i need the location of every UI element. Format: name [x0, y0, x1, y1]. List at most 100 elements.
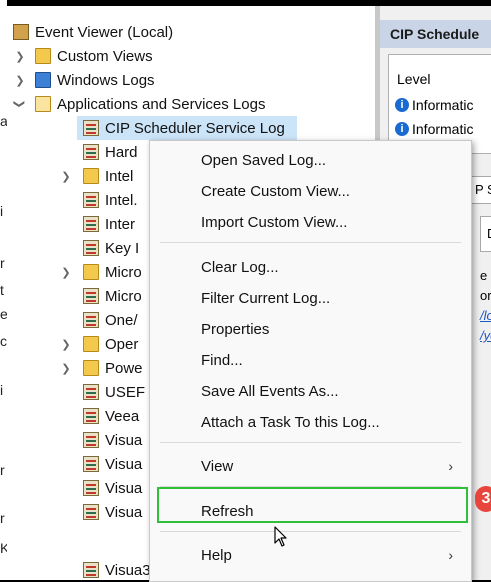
- tree-root-event-viewer[interactable]: Event Viewer (Local): [13, 20, 173, 44]
- edge-char: r: [0, 255, 5, 271]
- log-icon: [83, 504, 99, 520]
- folder-icon: [83, 336, 99, 352]
- chevron-right-icon[interactable]: ❯: [13, 68, 27, 92]
- tree-item-label: Micro: [105, 287, 142, 305]
- folder-open-icon: [35, 96, 51, 112]
- detail-tab[interactable]: D: [480, 216, 491, 252]
- detail-text: e st: [480, 268, 491, 283]
- pane-title: CIP Schedule: [380, 20, 491, 48]
- menu-item-create-custom-view[interactable]: Create Custom View...: [150, 176, 471, 206]
- edge-char: r: [0, 462, 5, 478]
- tree-item-label: Hard: [105, 143, 138, 161]
- information-icon: i: [395, 122, 409, 136]
- tree-item-label: Visua: [105, 455, 143, 473]
- tree-item-cip-scheduler[interactable]: CIP Scheduler Service Log: [77, 116, 297, 140]
- tree-item-log[interactable]: Visua: [83, 476, 142, 500]
- tree-item-label: Veea: [105, 407, 140, 425]
- log-icon: [83, 240, 99, 256]
- log-icon: [83, 456, 99, 472]
- chevron-right-icon[interactable]: ❯: [13, 44, 27, 68]
- detail-link[interactable]: /yc: [480, 328, 491, 343]
- tree-item-label: Visua: [105, 479, 143, 497]
- mouse-cursor-icon: [274, 526, 287, 547]
- tree-item-log[interactable]: Visua: [83, 452, 142, 476]
- tree-item-label: CIP Scheduler Service Log: [105, 119, 285, 137]
- log-icon: [83, 408, 99, 424]
- chevron-right-icon[interactable]: ❯: [59, 356, 73, 380]
- tree-item-log[interactable]: Inter: [83, 212, 135, 236]
- event-level: Informatic: [412, 121, 474, 137]
- folder-icon: [83, 264, 99, 280]
- events-grid: Level i Informatic i Informatic: [388, 54, 491, 154]
- tree-item-label: Intel.: [105, 191, 138, 209]
- log-icon: [83, 216, 99, 232]
- tree-item-label: Event Viewer (Local): [35, 23, 174, 41]
- tree-item-log[interactable]: Micro: [83, 284, 142, 308]
- tree-item-label: Key I: [105, 239, 140, 257]
- tree-item-applications-services-logs[interactable]: Applications and Services Logs: [35, 92, 265, 116]
- tree-item-windows-logs[interactable]: Windows Logs: [35, 68, 155, 92]
- log-icon: [83, 192, 99, 208]
- menu-item-import-custom-view[interactable]: Import Custom View...: [150, 207, 471, 237]
- event-row[interactable]: i Informatic: [395, 121, 473, 137]
- chevron-right-icon: ›: [448, 547, 453, 563]
- event-row[interactable]: i Informatic: [395, 97, 473, 113]
- tree-item-log[interactable]: Intel.: [83, 188, 138, 212]
- chevron-right-icon[interactable]: ❯: [59, 164, 73, 188]
- tree-item-folder[interactable]: Powe: [83, 356, 143, 380]
- menu-item-find[interactable]: Find...: [150, 345, 471, 375]
- chevron-right-icon[interactable]: ❯: [59, 260, 73, 284]
- information-icon: i: [395, 98, 409, 112]
- menu-item-clear-log[interactable]: Clear Log...: [150, 252, 471, 282]
- detail-link[interactable]: /lo: [480, 308, 491, 323]
- tree-item-folder[interactable]: Oper: [83, 332, 138, 356]
- tree-item-label: Applications and Services Logs: [57, 95, 266, 113]
- menu-separator: [160, 531, 461, 532]
- tree-item-label: Powe: [105, 359, 143, 377]
- step-badge: 3: [475, 486, 491, 512]
- menu-item-properties[interactable]: Properties: [150, 314, 471, 344]
- edge-char: i: [0, 382, 4, 398]
- tree-item-label: One/: [105, 311, 138, 329]
- menu-separator: [160, 442, 461, 443]
- tree-item-log[interactable]: Veea: [83, 404, 139, 428]
- tree-item-custom-views[interactable]: Custom Views: [35, 44, 153, 68]
- tree-item-log[interactable]: Hard: [83, 140, 138, 164]
- menu-item-view[interactable]: View ›: [150, 451, 471, 481]
- tree-item-log[interactable]: Key I: [83, 236, 139, 260]
- tree-item-label: Intel: [105, 167, 134, 185]
- chevron-right-icon[interactable]: ❯: [59, 332, 73, 356]
- edge-char: t: [0, 282, 4, 298]
- log-icon: [83, 144, 99, 160]
- tree-item-log[interactable]: USEF: [83, 380, 145, 404]
- log-icon: [83, 120, 99, 136]
- tree-item-log[interactable]: Visua: [83, 428, 142, 452]
- menu-item-help[interactable]: Help ›: [150, 540, 471, 570]
- tree-item-label: Visua: [105, 431, 143, 449]
- tree-item-label: USEF: [105, 383, 146, 401]
- tree-item-label: Visua: [105, 503, 143, 521]
- tree-item-log[interactable]: One/: [83, 308, 138, 332]
- level-column-header[interactable]: Level: [397, 71, 430, 87]
- edge-char: c: [0, 333, 7, 349]
- edge-char: i: [0, 203, 4, 219]
- folder-filter-icon: [35, 48, 51, 64]
- tree-item-label: Windows Logs: [57, 71, 155, 89]
- tree-item-label: Micro: [105, 263, 142, 281]
- menu-item-filter-current-log[interactable]: Filter Current Log...: [150, 283, 471, 313]
- log-icon: [83, 312, 99, 328]
- tree-item-folder[interactable]: Intel: [83, 164, 133, 188]
- folder-icon: [83, 360, 99, 376]
- tree-item-folder[interactable]: Micro: [83, 260, 142, 284]
- event-viewer-icon: [13, 24, 29, 40]
- menu-item-save-all-events-as[interactable]: Save All Events As...: [150, 376, 471, 406]
- tree-item-label: Custom Views: [57, 47, 153, 65]
- log-icon: [83, 432, 99, 448]
- menu-item-open-saved-log[interactable]: Open Saved Log...: [150, 145, 471, 175]
- menu-item-attach-task[interactable]: Attach a Task To this Log...: [150, 407, 471, 437]
- chevron-down-icon[interactable]: ❯: [8, 97, 32, 111]
- left-edge-strip: a i r t e c i r r K: [0, 0, 9, 580]
- tree-item-label: Inter: [105, 215, 136, 233]
- tree-item-log[interactable]: Visua: [83, 500, 142, 524]
- log-icon: [83, 384, 99, 400]
